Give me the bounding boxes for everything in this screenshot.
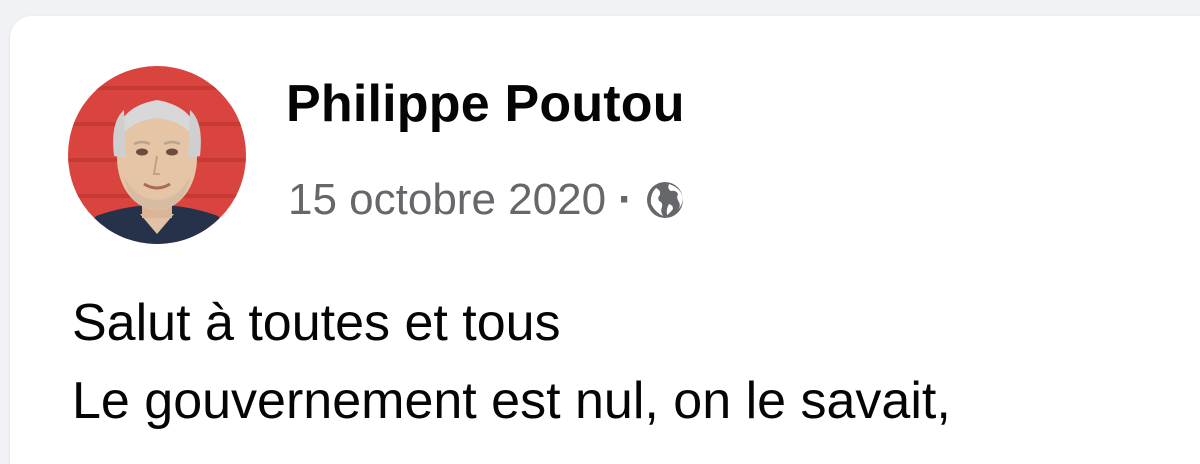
globe-icon[interactable] <box>643 178 687 222</box>
post-meta: 15 octobre 2020 · <box>288 170 687 230</box>
post-text: Salut à toutes et tous Le gouvernement e… <box>72 284 1200 440</box>
author-avatar[interactable] <box>68 66 246 244</box>
post-card: Philippe Poutou 15 octobre 2020 · Salut … <box>10 16 1200 464</box>
avatar-image <box>68 66 246 244</box>
post-text-line: Le gouvernement est nul, on le savait, <box>72 372 951 430</box>
post-date[interactable]: 15 octobre 2020 <box>288 175 606 225</box>
post-text-line: Salut à toutes et tous <box>72 294 561 352</box>
meta-separator: · <box>618 175 633 224</box>
author-name[interactable]: Philippe Poutou <box>286 74 685 134</box>
feed-background: Philippe Poutou 15 octobre 2020 · Salut … <box>0 0 1200 464</box>
